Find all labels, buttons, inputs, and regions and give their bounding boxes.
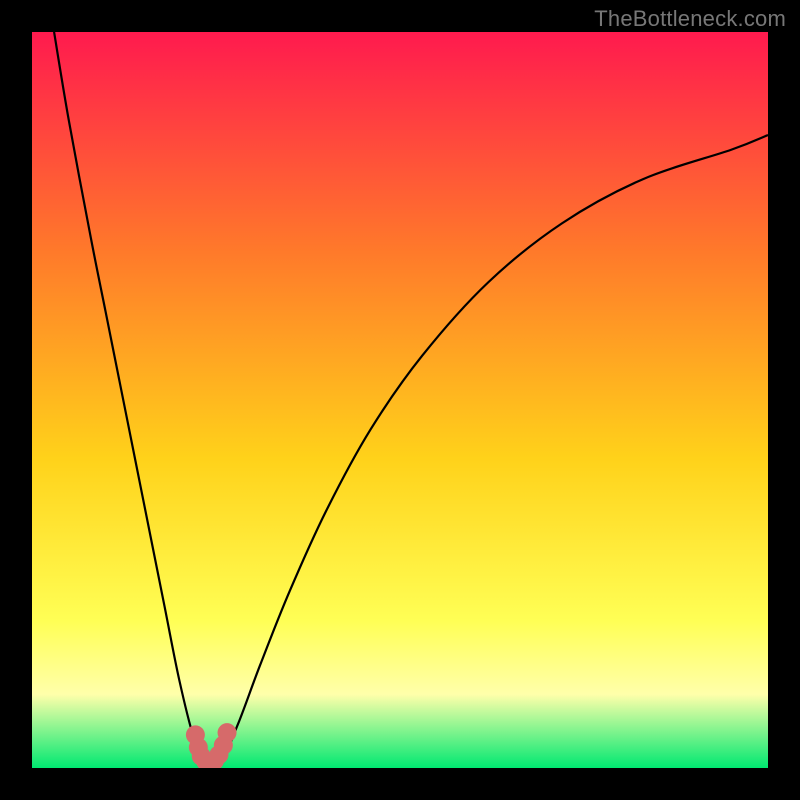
u-marker-dot [218,723,237,742]
watermark-text: TheBottleneck.com [594,6,786,32]
chart-plot-area [32,32,768,768]
gradient-background [32,32,768,768]
chart-svg [32,32,768,768]
chart-frame: TheBottleneck.com [0,0,800,800]
